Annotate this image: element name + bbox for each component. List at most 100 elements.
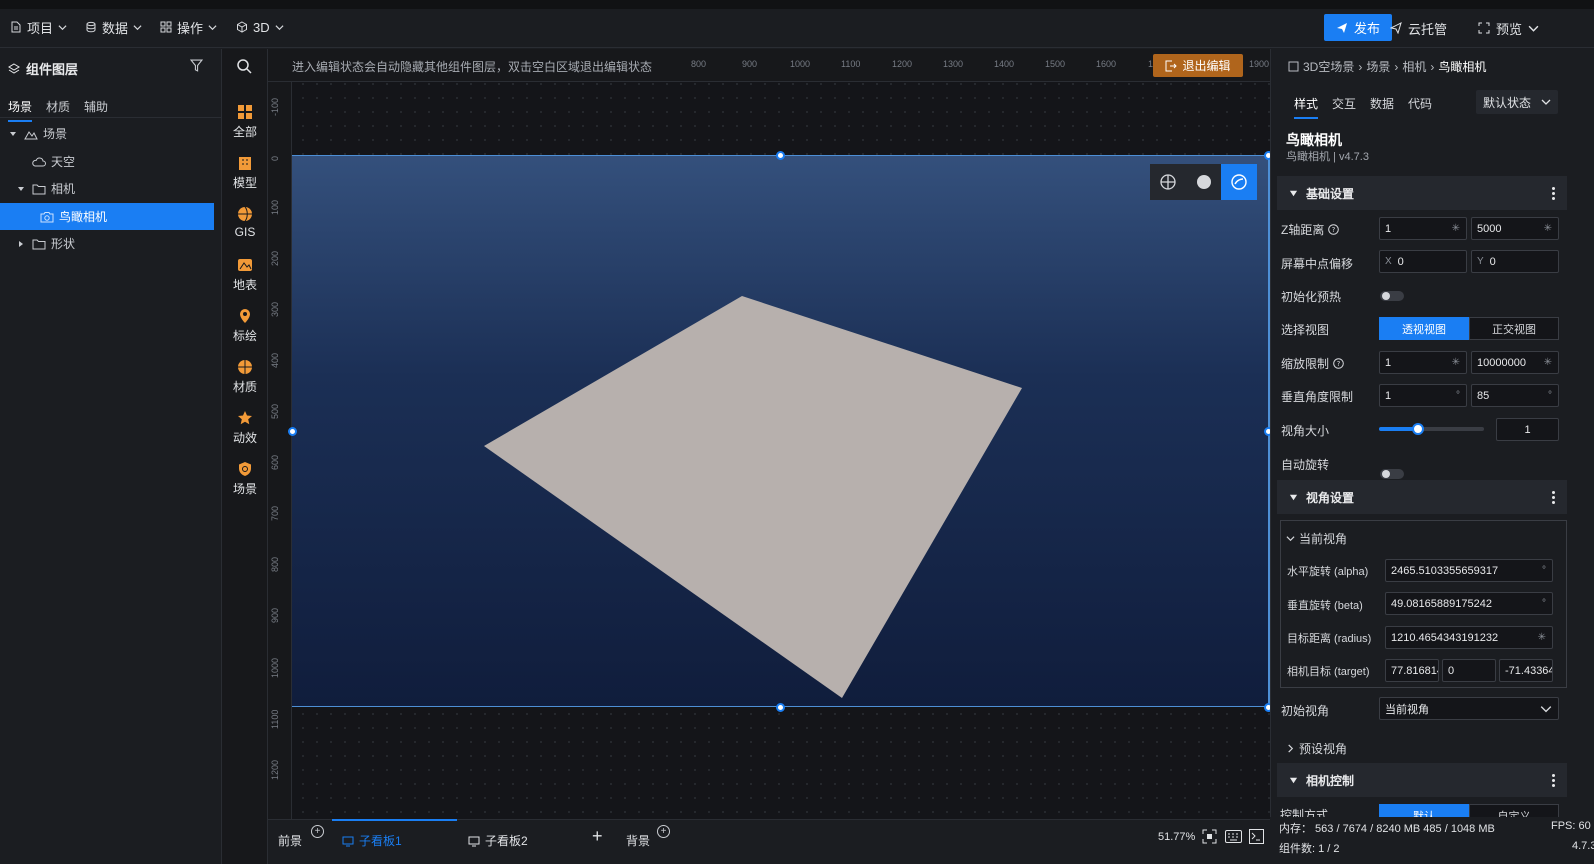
vertical-angle-min-input[interactable]: 1 ° <box>1379 384 1467 407</box>
tab-subboard-1[interactable]: 子看板1 <box>342 832 402 849</box>
divider <box>0 117 222 118</box>
section-view-settings[interactable]: 视角设置 <box>1277 480 1567 514</box>
category-gis[interactable]: GIS <box>222 206 268 239</box>
tree-item-shape-group[interactable]: 形状 <box>0 230 214 257</box>
auto-rotate-toggle[interactable] <box>1380 469 1404 479</box>
more-icon[interactable] <box>1552 773 1555 787</box>
fov-slider-handle[interactable] <box>1412 423 1424 435</box>
orthographic-view-option[interactable]: 正交视图 <box>1469 317 1559 340</box>
component-title: 鸟瞰相机 <box>1286 132 1342 148</box>
tree-item-camera-group[interactable]: 相机 <box>0 175 214 202</box>
zoom-max-input[interactable]: 10000000 ✳ <box>1471 351 1559 374</box>
help-icon[interactable]: ? <box>1328 224 1340 235</box>
menu-data[interactable]: 数据 <box>85 18 142 36</box>
filter-icon[interactable] <box>190 59 203 72</box>
breadcrumb-item[interactable]: 3D空场景 <box>1303 58 1354 75</box>
screen-offset-x-input[interactable]: X0 <box>1379 250 1467 273</box>
state-select[interactable]: 默认状态 <box>1476 90 1558 114</box>
menu-project[interactable]: 项目 <box>10 18 67 36</box>
wireframe-mode-button[interactable] <box>1150 164 1186 200</box>
control-mode-custom[interactable]: 自定义 <box>1469 804 1559 817</box>
radius-input[interactable]: 1210.4654343191232 ✳ <box>1385 626 1553 649</box>
z-distance-max-input[interactable]: 5000 ✳ <box>1471 217 1559 240</box>
add-board-icon[interactable]: + <box>592 826 603 847</box>
vertical-angle-max-input[interactable]: 85 ° <box>1471 384 1559 407</box>
fit-screen-icon[interactable] <box>1202 829 1217 844</box>
mountain-icon <box>24 130 38 139</box>
more-icon[interactable] <box>1552 490 1555 504</box>
terminal-icon[interactable] <box>1249 829 1264 844</box>
preset-view-toggle[interactable]: 预设视角 <box>1286 740 1347 757</box>
exit-edit-button[interactable]: 退出编辑 <box>1153 54 1243 77</box>
tree-item-birdseye-camera[interactable]: 鸟瞰相机 <box>0 203 214 230</box>
file-icon <box>1288 61 1299 72</box>
preview-button[interactable]: 预览 <box>1478 18 1539 38</box>
target-x-input[interactable]: 77.816814 <box>1385 659 1439 682</box>
category-all[interactable]: 全部 <box>222 104 268 140</box>
add-background-icon[interactable]: + <box>657 825 670 838</box>
tree-item-label: 鸟瞰相机 <box>59 210 108 224</box>
category-effect[interactable]: 动效 <box>222 410 268 446</box>
tab-interaction[interactable]: 交互 <box>1332 95 1356 119</box>
screen-offset-y-input[interactable]: Y0 <box>1471 250 1559 273</box>
cloud-hosting-button[interactable]: 云托管 <box>1390 18 1447 38</box>
solid-mode-button[interactable] <box>1186 164 1222 200</box>
alpha-input[interactable]: 2465.5103355659317 ° <box>1385 559 1553 582</box>
z-distance-min-input[interactable]: 1 ✳ <box>1379 217 1467 240</box>
input-prefix: Y <box>1477 256 1484 267</box>
input-value: 1 <box>1524 423 1531 436</box>
category-marker[interactable]: 标绘 <box>222 308 268 344</box>
scene-viewport[interactable] <box>292 155 1268 707</box>
tab-subboard-2[interactable]: 子看板2 <box>468 832 528 849</box>
category-terrain[interactable]: 地表 <box>222 257 268 293</box>
tab-background[interactable]: 背景 <box>626 832 650 849</box>
input-value: -71.43364 <box>1505 664 1553 677</box>
asterisk-icon: ✳ <box>1543 357 1552 368</box>
search-icon[interactable] <box>236 58 252 74</box>
section-title: 视角设置 <box>1306 490 1355 505</box>
view-mode-switcher <box>1150 164 1258 200</box>
category-material[interactable]: 材质 <box>222 359 268 395</box>
section-basic-settings[interactable]: 基础设置 <box>1277 176 1567 210</box>
orbit-mode-button[interactable] <box>1221 164 1258 200</box>
target-z-input[interactable]: -71.43364 <box>1499 659 1553 682</box>
category-model[interactable]: 模型 <box>222 155 268 191</box>
help-icon[interactable]: ? <box>1333 358 1344 369</box>
input-value: 0 <box>1489 255 1496 268</box>
tab-foreground[interactable]: 前景 <box>278 832 302 849</box>
target-y-input[interactable]: 0 <box>1442 659 1496 682</box>
breadcrumb-separator: › <box>1358 59 1363 74</box>
tab-auxiliary[interactable]: 辅助 <box>84 98 108 122</box>
tab-code[interactable]: 代码 <box>1408 95 1432 119</box>
fov-input[interactable]: 1 <box>1496 418 1559 441</box>
preheat-toggle[interactable] <box>1380 291 1404 301</box>
zoom-level[interactable]: 51.77% <box>1158 831 1195 843</box>
add-foreground-icon[interactable]: + <box>311 825 324 838</box>
preview-label: 预览 <box>1496 21 1523 37</box>
keyboard-icon[interactable] <box>1225 830 1242 843</box>
resize-handle[interactable] <box>776 151 785 160</box>
current-view-toggle[interactable]: 当前视角 <box>1286 530 1347 547</box>
menu-operation[interactable]: 操作 <box>160 18 217 36</box>
perspective-view-option[interactable]: 透视视图 <box>1379 317 1469 340</box>
tab-scene[interactable]: 场景 <box>8 98 33 122</box>
tab-data[interactable]: 数据 <box>1370 95 1394 119</box>
menu-3d-label: 3D <box>253 19 270 35</box>
tree-item-scene[interactable]: 场景 <box>0 120 214 147</box>
tab-style[interactable]: 样式 <box>1294 95 1319 119</box>
tree-item-sky[interactable]: 天空 <box>0 148 214 175</box>
control-mode-default[interactable]: 默认 <box>1379 804 1469 817</box>
more-icon[interactable] <box>1552 186 1555 200</box>
category-scene[interactable]: 场景 <box>222 461 268 497</box>
breadcrumb-item[interactable]: 相机 <box>1402 58 1426 75</box>
resize-handle[interactable] <box>288 427 297 436</box>
section-camera-control[interactable]: 相机控制 <box>1277 763 1567 797</box>
beta-input[interactable]: 49.08165889175242 ° <box>1385 592 1553 615</box>
breadcrumb-item[interactable]: 场景 <box>1366 58 1390 75</box>
tab-material[interactable]: 材质 <box>46 98 70 122</box>
resize-handle[interactable] <box>776 703 785 712</box>
publish-button[interactable]: 发布 <box>1324 14 1392 41</box>
menu-3d[interactable]: 3D <box>236 18 284 36</box>
zoom-min-input[interactable]: 1 ✳ <box>1379 351 1467 374</box>
initial-view-select[interactable]: 当前视角 <box>1379 697 1559 720</box>
